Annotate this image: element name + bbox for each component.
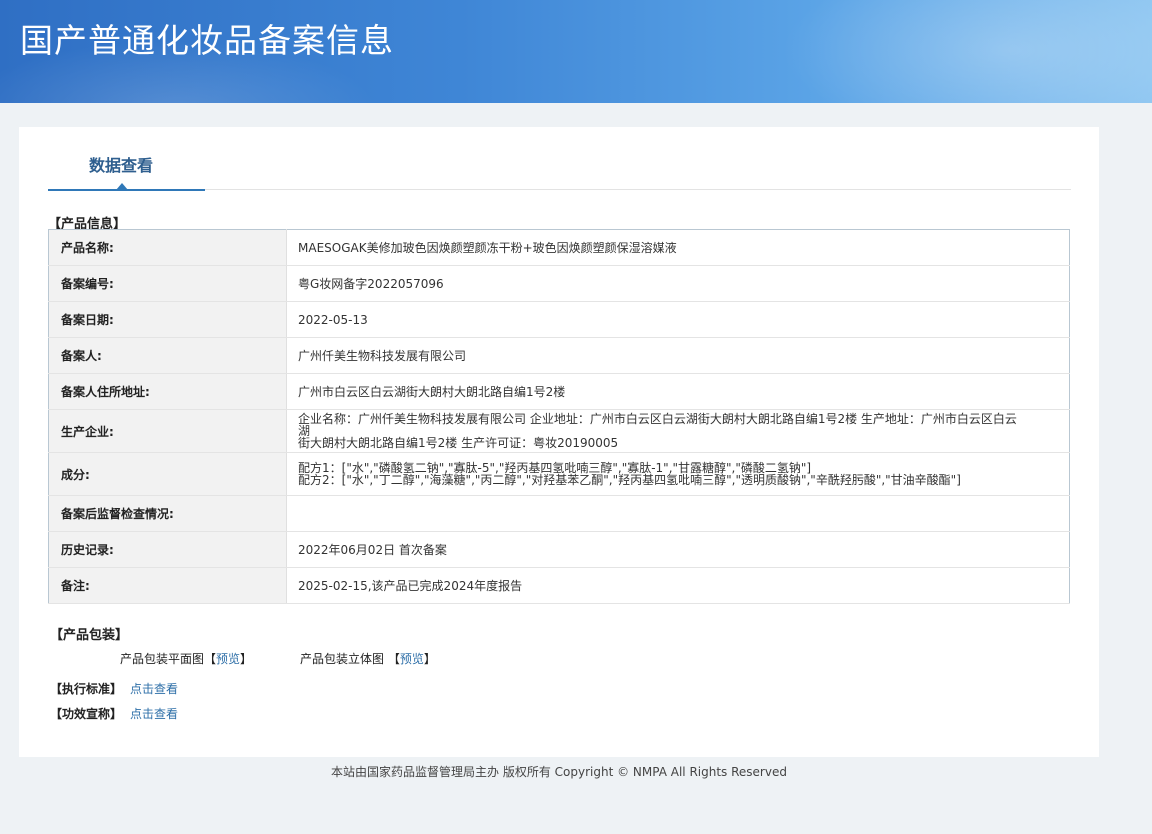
- package-flat-label: 产品包装平面图: [120, 652, 205, 666]
- row-key: 备案后监督检查情况:: [48, 495, 287, 532]
- row-value: 粤G妆网备字2022057096: [286, 265, 1070, 302]
- page-title: 国产普通化妆品备案信息: [20, 21, 394, 60]
- execution-standard-link[interactable]: 点击查看: [130, 682, 178, 696]
- tab-bar: 数据查看: [48, 127, 1071, 191]
- execution-standard-label: 【执行标准】: [50, 682, 123, 696]
- table-row: 备案日期: 2022-05-13: [48, 301, 1070, 338]
- row-value: 2025-02-15,该产品已完成2024年度报告: [286, 567, 1070, 604]
- table-row: 备案编号: 粤G妆网备字2022057096: [48, 265, 1070, 302]
- row-key: 备案人:: [48, 337, 287, 374]
- value-line: 配方2：["水","丁二醇","海藻糖","丙二醇","对羟基苯乙酮","羟丙基…: [298, 473, 961, 487]
- page-header: 国产普通化妆品备案信息: [0, 0, 1152, 103]
- tab-data-view[interactable]: 数据查看: [48, 127, 205, 191]
- tab-data-view-label: 数据查看: [89, 156, 154, 175]
- packaging-section-title: 【产品包装】: [50, 628, 129, 643]
- package-flat-preview-link[interactable]: 预览: [216, 652, 240, 666]
- product-info-table: 产品名称: MAESOGAK美修加玻色因焕颜塑颜冻干粉+玻色因焕颜塑颜保湿溶媒液…: [48, 229, 1070, 604]
- row-value: 配方1：["水","磷酸氢二钠","寡肽-5","羟丙基四氢吡喃三醇","寡肽-…: [286, 452, 1070, 496]
- table-row: 产品名称: MAESOGAK美修加玻色因焕颜塑颜冻干粉+玻色因焕颜塑颜保湿溶媒液: [48, 229, 1070, 266]
- package-flat-item: 产品包装平面图【预览】: [120, 650, 252, 667]
- efficacy-claim-link[interactable]: 点击查看: [130, 707, 178, 721]
- row-key: 备案人住所地址:: [48, 373, 287, 410]
- table-row: 成分: 配方1：["水","磷酸氢二钠","寡肽-5","羟丙基四氢吡喃三醇",…: [48, 452, 1070, 496]
- table-row: 生产企业: 企业名称：广州仟美生物科技发展有限公司 企业地址：广州市白云区白云湖…: [48, 409, 1070, 453]
- row-key: 备注:: [48, 567, 287, 604]
- footer-copyright: 本站由国家药品监督管理局主办 版权所有 Copyright © NMPA All…: [331, 765, 787, 779]
- bracket-open: 【: [204, 652, 217, 666]
- tab-active-caret: [116, 183, 128, 190]
- row-value: MAESOGAK美修加玻色因焕颜塑颜冻干粉+玻色因焕颜塑颜保湿溶媒液: [286, 229, 1070, 266]
- row-value: 2022年06月02日 首次备案: [286, 531, 1070, 568]
- row-key: 成分:: [48, 452, 287, 496]
- row-value: 广州市白云区白云湖街大朗村大朗北路自编1号2楼: [286, 373, 1070, 410]
- row-key: 备案编号:: [48, 265, 287, 302]
- row-value: [286, 495, 1070, 532]
- value-line: 企业名称：广州仟美生物科技发展有限公司 企业地址：广州市白云区白云湖街大朗村大朗…: [298, 412, 1017, 438]
- efficacy-claim-label: 【功效宣称】: [50, 707, 123, 721]
- bracket-close: 】: [240, 652, 253, 666]
- package-solid-label: 产品包装立体图: [300, 652, 385, 666]
- row-key: 产品名称:: [48, 229, 287, 266]
- row-value: 广州仟美生物科技发展有限公司: [286, 337, 1070, 374]
- row-value: 2022-05-13: [286, 301, 1070, 338]
- row-value: 企业名称：广州仟美生物科技发展有限公司 企业地址：广州市白云区白云湖街大朗村大朗…: [286, 409, 1070, 453]
- content-card: 数据查看 【产品信息】 产品名称: MAESOGAK美修加玻色因焕颜塑颜冻干粉+…: [19, 127, 1099, 757]
- bracket-close: 】: [423, 652, 436, 666]
- header-glow-right: [780, 0, 1152, 103]
- table-row: 备注: 2025-02-15,该产品已完成2024年度报告: [48, 567, 1070, 604]
- table-row: 备案人住所地址: 广州市白云区白云湖街大朗村大朗北路自编1号2楼: [48, 373, 1070, 410]
- table-row: 历史记录: 2022年06月02日 首次备案: [48, 531, 1070, 568]
- table-row: 备案后监督检查情况:: [48, 495, 1070, 532]
- efficacy-claim-row: 【功效宣称】 点击查看: [50, 705, 178, 722]
- execution-standard-row: 【执行标准】 点击查看: [50, 680, 178, 697]
- package-solid-preview-link[interactable]: 预览: [400, 652, 424, 666]
- bracket-open: 【: [387, 652, 400, 666]
- row-key: 历史记录:: [48, 531, 287, 568]
- row-key: 备案日期:: [48, 301, 287, 338]
- row-key: 生产企业:: [48, 409, 287, 453]
- table-row: 备案人: 广州仟美生物科技发展有限公司: [48, 337, 1070, 374]
- package-solid-item: 产品包装立体图 【预览】: [300, 650, 436, 667]
- value-line: 街大朗村大朗北路自编1号2楼 生产许可证：粤妆20190005: [298, 436, 619, 450]
